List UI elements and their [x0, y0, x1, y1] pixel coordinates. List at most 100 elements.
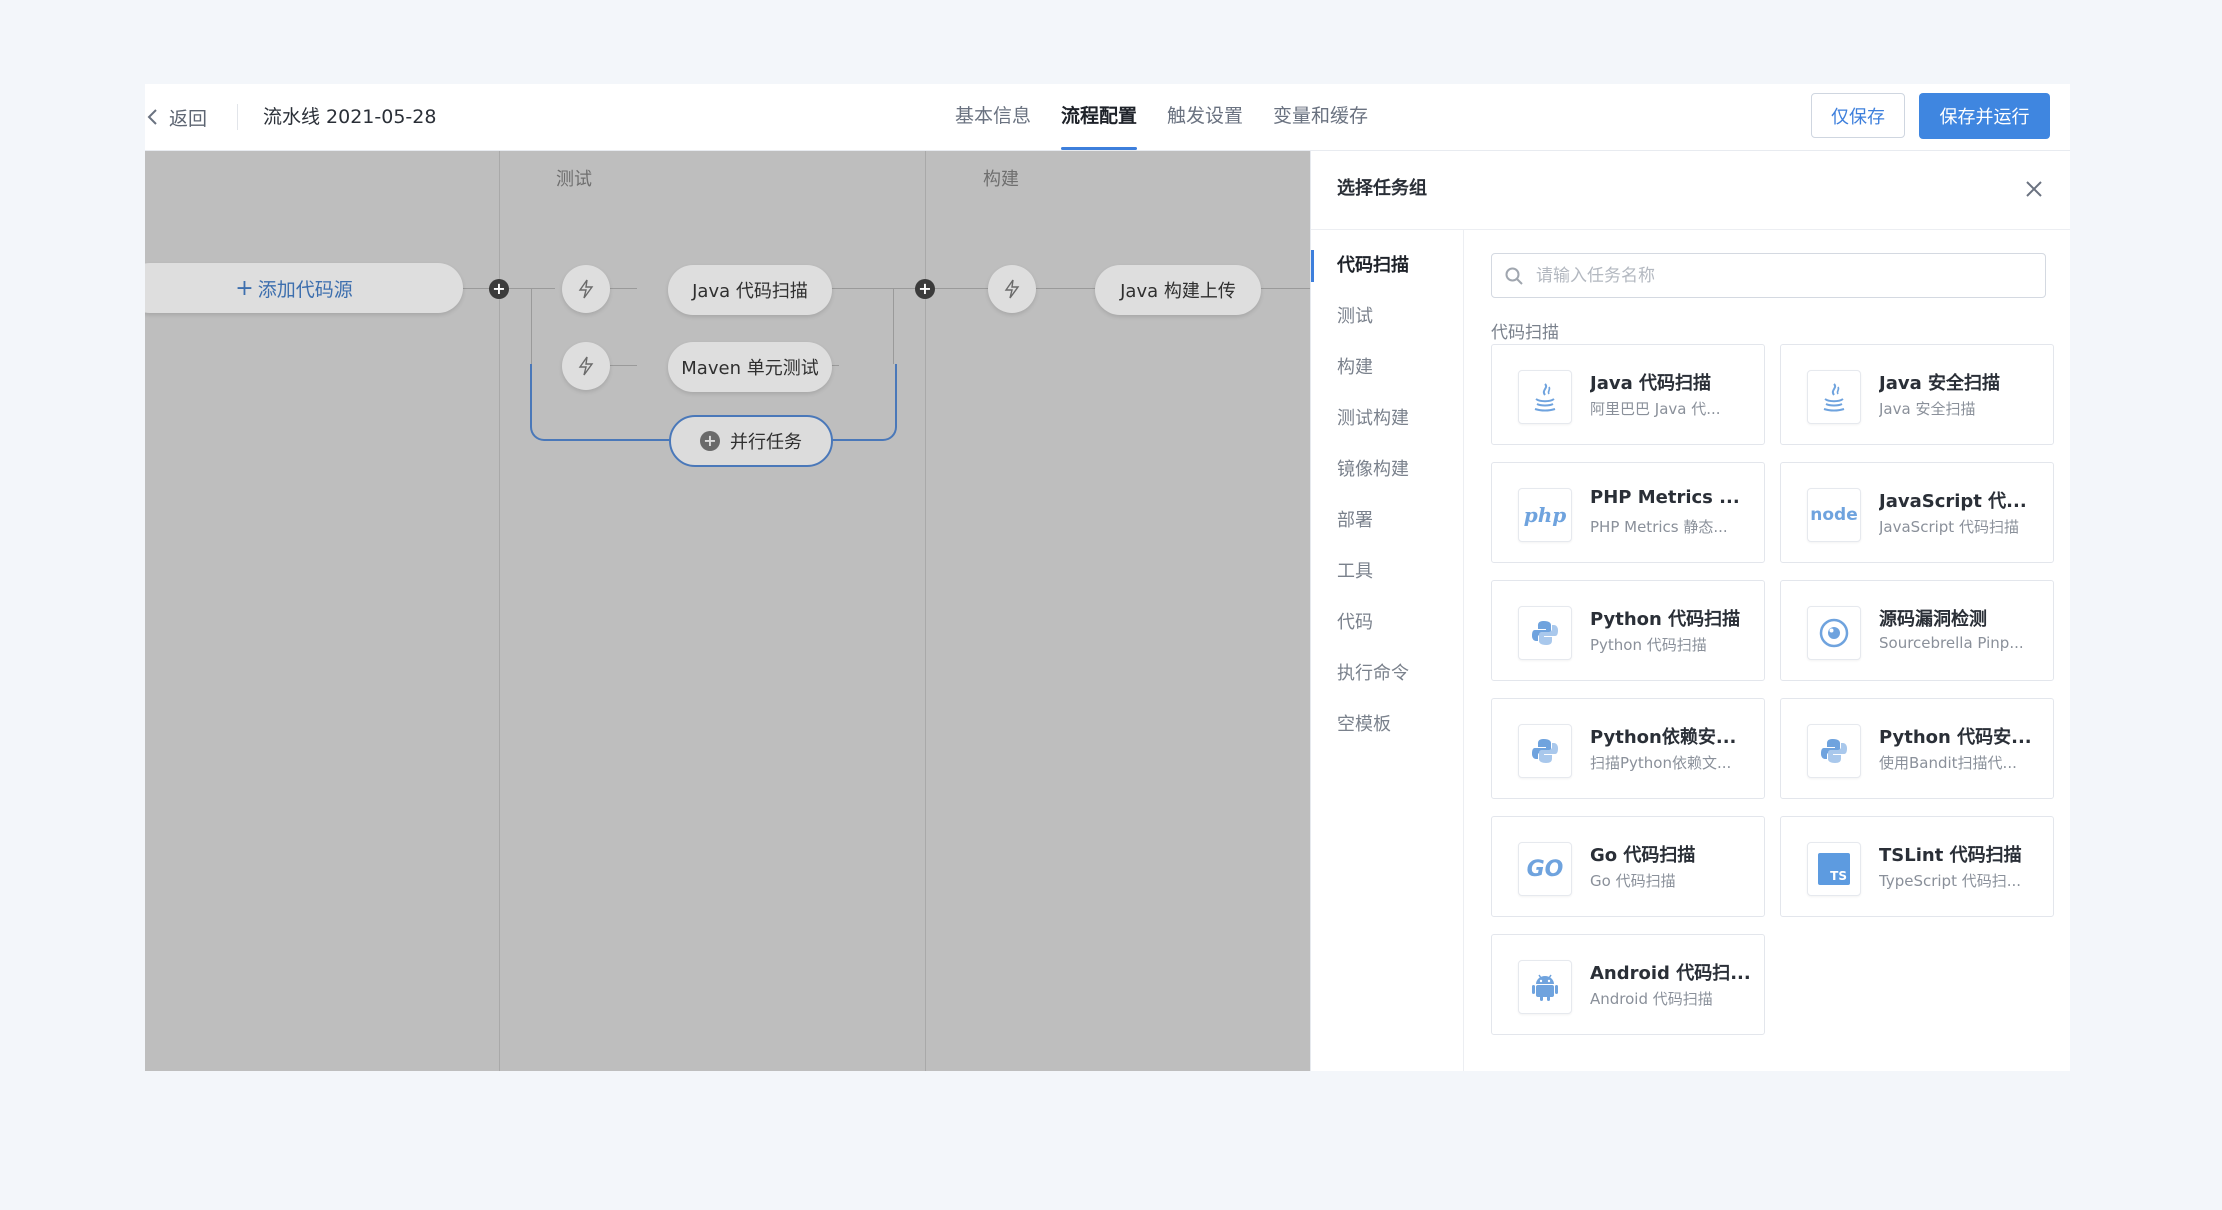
php-icon: php — [1518, 488, 1572, 542]
add-code-source-label: 添加代码源 — [257, 278, 353, 301]
node-icon: node — [1807, 488, 1861, 542]
plus-icon: + — [235, 275, 254, 301]
pipeline-canvas: 测试 构建 + 添加代码源 + Java 代码扫描 Maven 单元测试 + 并… — [145, 151, 1310, 1071]
card-title: Python 代码安... — [1879, 727, 2032, 748]
java-icon — [1807, 370, 1861, 424]
card-description: Python 代码扫描 — [1590, 636, 1707, 654]
task-card-java-security-scan[interactable]: Java 安全扫描 Java 安全扫描 — [1780, 344, 2054, 445]
card-description: Go 代码扫描 — [1590, 872, 1676, 890]
category-code-scan[interactable]: 代码扫描 — [1311, 246, 1463, 286]
search-icon — [1505, 267, 1523, 285]
back-label: 返回 — [169, 107, 208, 130]
add-stage-plus-icon[interactable]: + — [489, 279, 509, 299]
save-and-run-button[interactable]: 保存并运行 — [1919, 93, 2050, 139]
task-card-python-scan[interactable]: Python 代码扫描 Python 代码扫描 — [1491, 580, 1765, 681]
category-image-build[interactable]: 镜像构建 — [1311, 450, 1463, 490]
android-icon — [1518, 960, 1572, 1014]
category-code[interactable]: 代码 — [1311, 603, 1463, 643]
task-card-java-code-scan[interactable]: Java 代码扫描 阿里巴巴 Java 代... — [1491, 344, 1765, 445]
task-java-build-upload[interactable]: Java 构建上传 — [1095, 265, 1261, 315]
tab-trigger-settings[interactable]: 触发设置 — [1152, 84, 1258, 150]
go-logo-text: GO — [1526, 856, 1564, 882]
card-description: 使用Bandit扫描代... — [1879, 754, 2017, 772]
add-code-source-button[interactable]: + 添加代码源 — [145, 263, 463, 313]
typescript-icon: TS — [1807, 842, 1861, 896]
save-only-button[interactable]: 仅保存 — [1811, 93, 1905, 138]
stage-title-test: 测试 — [556, 169, 592, 190]
category-test[interactable]: 测试 — [1311, 297, 1463, 337]
task-card-python-security[interactable]: Python 代码安... 使用Bandit扫描代... — [1780, 698, 2054, 799]
task-card-source-vulnerability[interactable]: 源码漏洞检测 Sourcebrella Pinp... — [1780, 580, 2054, 681]
connector-line — [531, 288, 532, 364]
card-description: Android 代码扫描 — [1590, 990, 1713, 1008]
task-card-tslint-scan[interactable]: TS TSLint 代码扫描 TypeScript 代码扫... — [1780, 816, 2054, 917]
card-title: TSLint 代码扫描 — [1879, 845, 2022, 866]
task-card-go-scan[interactable]: GO Go 代码扫描 Go 代码扫描 — [1491, 816, 1765, 917]
category-tools[interactable]: 工具 — [1311, 552, 1463, 592]
card-title: PHP Metrics ... — [1590, 487, 1740, 508]
connector-line — [1035, 288, 1095, 289]
category-list: 代码扫描 测试 构建 测试构建 镜像构建 部署 工具 代码 执行命令 空模板 — [1311, 229, 1464, 1071]
parallel-task-label: 并行任务 — [730, 432, 802, 453]
add-stage-plus-icon[interactable]: + — [915, 279, 935, 299]
card-title: JavaScript 代... — [1879, 491, 2027, 512]
card-description: JavaScript 代码扫描 — [1879, 518, 2019, 536]
category-test-build[interactable]: 测试构建 — [1311, 399, 1463, 439]
tab-basic-info[interactable]: 基本信息 — [940, 84, 1046, 150]
task-trigger-node[interactable] — [562, 265, 610, 313]
card-description: Java 安全扫描 — [1879, 400, 1976, 418]
eye-icon — [1807, 606, 1861, 660]
task-group-drawer: 选择任务组 代码扫描 测试 构建 测试构建 镜像构建 部署 工具 代码 执行命令… — [1310, 151, 2070, 1071]
task-card-javascript-scan[interactable]: node JavaScript 代... JavaScript 代码扫描 — [1780, 462, 2054, 563]
card-description: PHP Metrics 静态... — [1590, 518, 1728, 536]
stage-title-build: 构建 — [983, 169, 1019, 190]
category-build[interactable]: 构建 — [1311, 348, 1463, 388]
category-deploy[interactable]: 部署 — [1311, 501, 1463, 541]
close-icon[interactable] — [2024, 179, 2044, 199]
drawer-header: 选择任务组 — [1311, 151, 2070, 230]
add-parallel-task-button[interactable]: + 并行任务 — [669, 415, 833, 467]
connector-line — [609, 288, 637, 289]
ts-logo-text: TS — [1830, 869, 1847, 883]
top-bar: 返回 流水线 2021-05-28 基本信息 流程配置 触发设置 变量和缓存 仅… — [145, 84, 2070, 151]
tab-process-config[interactable]: 流程配置 — [1046, 84, 1152, 150]
category-run-command[interactable]: 执行命令 — [1311, 654, 1463, 694]
pipeline-title: 流水线 2021-05-28 — [263, 106, 437, 128]
java-icon — [1518, 370, 1572, 424]
node-logo-text: node — [1810, 505, 1858, 525]
pipeline-editor: 返回 流水线 2021-05-28 基本信息 流程配置 触发设置 变量和缓存 仅… — [145, 84, 2070, 1071]
task-card-php-metrics[interactable]: php PHP Metrics ... PHP Metrics 静态... — [1491, 462, 1765, 563]
category-empty-template[interactable]: 空模板 — [1311, 705, 1463, 745]
connector-line — [893, 288, 894, 364]
card-description: TypeScript 代码扫... — [1879, 872, 2022, 890]
back-button[interactable]: 返回 — [145, 84, 207, 150]
card-title: Python依赖安... — [1590, 727, 1737, 748]
card-title: Go 代码扫描 — [1590, 845, 1696, 866]
drawer-title: 选择任务组 — [1337, 178, 1427, 199]
lightning-icon — [578, 279, 594, 299]
task-trigger-node[interactable] — [988, 265, 1036, 313]
card-description: Sourcebrella Pinp... — [1879, 634, 2024, 652]
task-card-android-scan[interactable]: Android 代码扫... Android 代码扫描 — [1491, 934, 1765, 1035]
task-java-code-scan[interactable]: Java 代码扫描 — [668, 265, 832, 315]
card-title: 源码漏洞检测 — [1879, 609, 1987, 630]
card-title: Android 代码扫... — [1590, 963, 1751, 984]
plus-circle-icon: + — [700, 431, 720, 451]
php-logo-text: php — [1523, 503, 1567, 527]
card-description: 扫描Python依赖文... — [1590, 754, 1732, 772]
card-title: Java 安全扫描 — [1879, 373, 2000, 394]
task-search-box — [1491, 253, 2046, 298]
card-title: Java 代码扫描 — [1590, 373, 1711, 394]
task-label: Java 代码扫描 — [692, 281, 808, 302]
task-card-python-dependency[interactable]: Python依赖安... 扫描Python依赖文... — [1491, 698, 1765, 799]
tab-variables-cache[interactable]: 变量和缓存 — [1258, 84, 1383, 150]
python-icon — [1518, 724, 1572, 778]
lightning-icon — [1004, 279, 1020, 299]
python-icon — [1518, 606, 1572, 660]
task-search-input[interactable] — [1534, 264, 2018, 287]
connector-line — [463, 288, 555, 289]
chevron-left-icon — [147, 109, 157, 125]
card-title: Python 代码扫描 — [1590, 609, 1741, 630]
ts-logo-box: TS — [1818, 853, 1850, 885]
config-tabs: 基本信息 流程配置 触发设置 变量和缓存 — [940, 84, 1383, 150]
